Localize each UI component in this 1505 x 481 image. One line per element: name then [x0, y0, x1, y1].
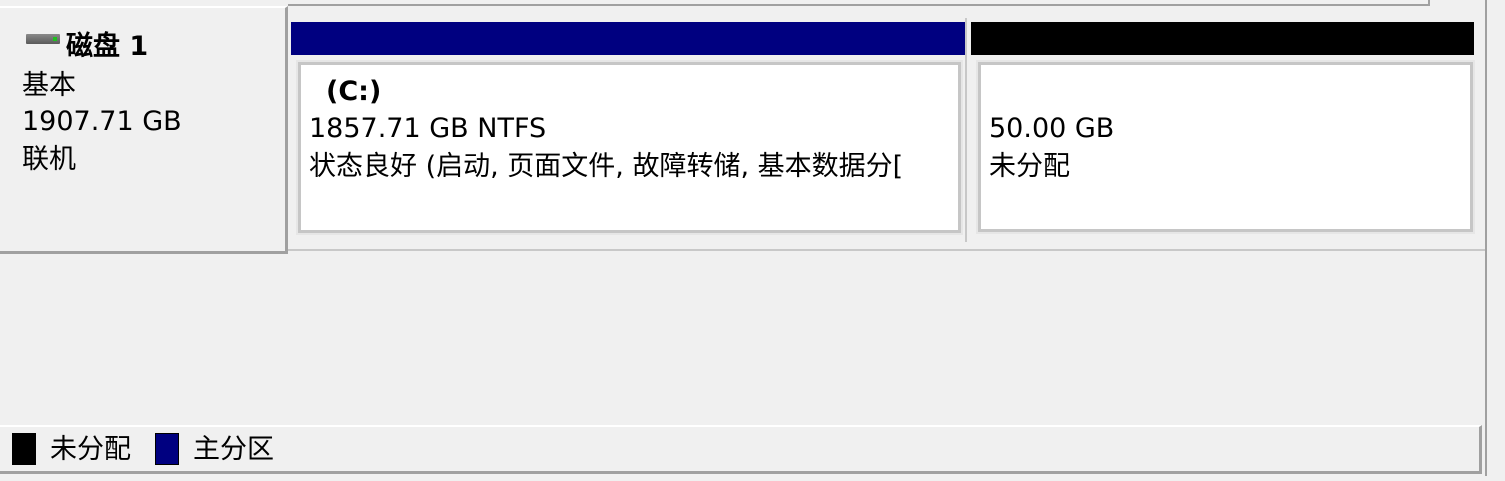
vertical-scrollbar[interactable]	[1485, 0, 1505, 481]
partition-unallocated[interactable]: 50.00 GB 未分配	[976, 60, 1475, 234]
unallocated-status: 未分配	[989, 151, 1070, 182]
unallocated-bar	[971, 22, 1474, 55]
bottom-edge	[0, 476, 1505, 481]
partition-c-size: 1857.71 GB NTFS	[309, 113, 547, 144]
previous-row-edge-right	[1430, 0, 1485, 6]
legend-swatch-primary	[155, 433, 179, 465]
unallocated-size: 50.00 GB	[989, 113, 1115, 144]
legend-swatch-unallocated	[12, 433, 36, 465]
disk-size: 1907.71 GB	[22, 106, 182, 137]
disk-name: 磁盘 1	[66, 31, 149, 62]
disk-status: 联机	[22, 144, 76, 175]
primary-partition-bar	[291, 22, 965, 55]
partition-c-label: (C:)	[326, 76, 382, 107]
legend-label-unallocated: 未分配	[50, 434, 131, 465]
row-separator	[288, 249, 1485, 253]
hard-disk-icon	[26, 34, 60, 44]
disk-type: 基本	[22, 70, 76, 101]
partition-divider	[965, 18, 971, 242]
partition-c-status: 状态良好 (启动, 页面文件, 故障转储, 基本数据分[	[309, 151, 904, 182]
previous-row-edge	[288, 0, 1430, 6]
legend-label-primary: 主分区	[193, 434, 274, 465]
partition-c[interactable]: (C:) 1857.71 GB NTFS 状态良好 (启动, 页面文件, 故障转…	[296, 60, 963, 235]
